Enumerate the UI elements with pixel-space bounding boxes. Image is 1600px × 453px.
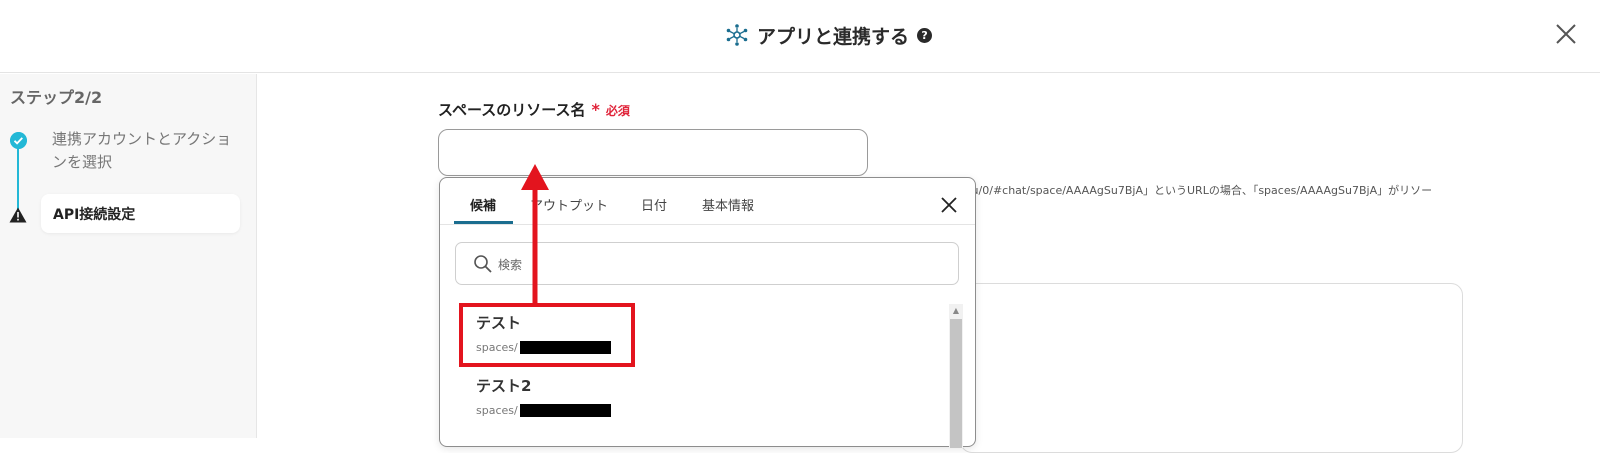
step-item-select-account[interactable]: 連携アカウントとアクションを選択: [52, 128, 232, 174]
tab-basic-info[interactable]: 基本情報: [702, 195, 754, 214]
scrollbar-thumb[interactable]: [950, 319, 962, 448]
highlight-box: [459, 303, 635, 367]
field-label-text: スペースのリソース名: [438, 101, 586, 119]
modal-title: アプリと連携する ?: [725, 20, 933, 50]
active-tab-indicator: [454, 221, 513, 224]
warning-icon: [9, 207, 27, 223]
required-mark: *: [591, 100, 600, 119]
resource-name-input[interactable]: [438, 129, 868, 176]
tab-date[interactable]: 日付: [641, 195, 667, 214]
close-dropdown-icon[interactable]: [940, 196, 958, 214]
step-connector: [17, 148, 19, 210]
close-modal-icon[interactable]: [1554, 22, 1578, 46]
item-path: spaces/: [476, 404, 611, 417]
item-path-prefix: spaces/: [476, 404, 518, 417]
check-icon: [10, 132, 27, 149]
modal-title-text: アプリと連携する: [757, 25, 910, 48]
scrollbar[interactable]: ▲: [949, 304, 963, 448]
scroll-up-arrow-icon[interactable]: ▲: [949, 304, 963, 317]
tab-candidates[interactable]: 候補: [470, 195, 496, 214]
step-item-api-settings-label: API接続設定: [53, 207, 136, 223]
field-label: スペースのリソース名 * 必須: [438, 99, 630, 120]
item-name: テスト2: [476, 377, 532, 395]
help-icon[interactable]: ?: [917, 27, 933, 43]
step-counter: ステップ2/2: [10, 88, 103, 107]
modal-header: アプリと連携する ?: [0, 0, 1600, 73]
field-hint: ail/u/0/#chat/space/AAAAgSu7BjA」というURLの場…: [955, 184, 1433, 197]
annotation-arrow-icon: [521, 164, 549, 306]
list-item[interactable]: テスト2 spaces/: [476, 375, 611, 417]
app-connect-icon: [726, 24, 748, 46]
search-icon: [474, 255, 492, 273]
required-badge: 必須: [605, 104, 630, 118]
redacted-block: [519, 404, 611, 417]
text-area-box[interactable]: [960, 283, 1463, 453]
